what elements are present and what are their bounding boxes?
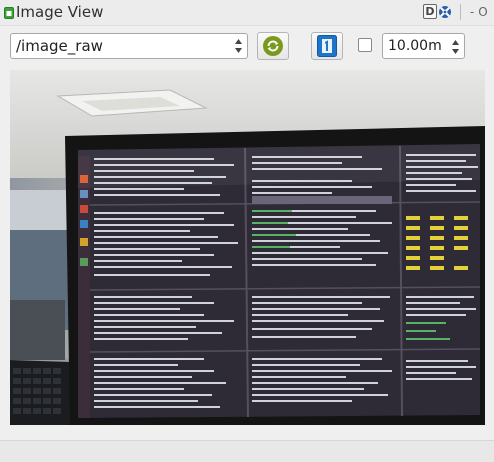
minimize-button[interactable]: - [467, 4, 477, 20]
spin-arrows-icon [452, 40, 459, 54]
title-buttons: D - O [423, 4, 489, 22]
monitor-screen [78, 144, 481, 418]
smooth-checkbox[interactable] [358, 38, 372, 52]
plugin-icon [4, 7, 14, 19]
save-image-button[interactable] [311, 32, 343, 60]
keyboard [10, 360, 78, 425]
dock-button[interactable]: D [423, 4, 437, 19]
max-range-spinbox[interactable]: 10.00m [382, 33, 465, 59]
help-icon [438, 6, 451, 18]
topic-select[interactable]: /image_raw [10, 33, 248, 59]
status-bar [0, 440, 494, 462]
refresh-button[interactable] [257, 32, 289, 60]
topic-value: /image_raw [16, 37, 103, 55]
camera-frame [10, 70, 485, 425]
toolbar: /image_raw 10.00m [0, 27, 494, 67]
max-range-value: 10.00m [388, 38, 442, 54]
title-bar: Image View D - O [0, 0, 494, 26]
camera-image[interactable] [10, 70, 485, 425]
refresh-icon [263, 36, 283, 56]
help-button[interactable] [437, 4, 452, 20]
spin-arrows-icon [235, 39, 242, 53]
window-title: Image View [16, 3, 104, 21]
save-icon [317, 35, 337, 57]
close-button[interactable]: O [477, 4, 489, 20]
title-separator [460, 4, 461, 20]
